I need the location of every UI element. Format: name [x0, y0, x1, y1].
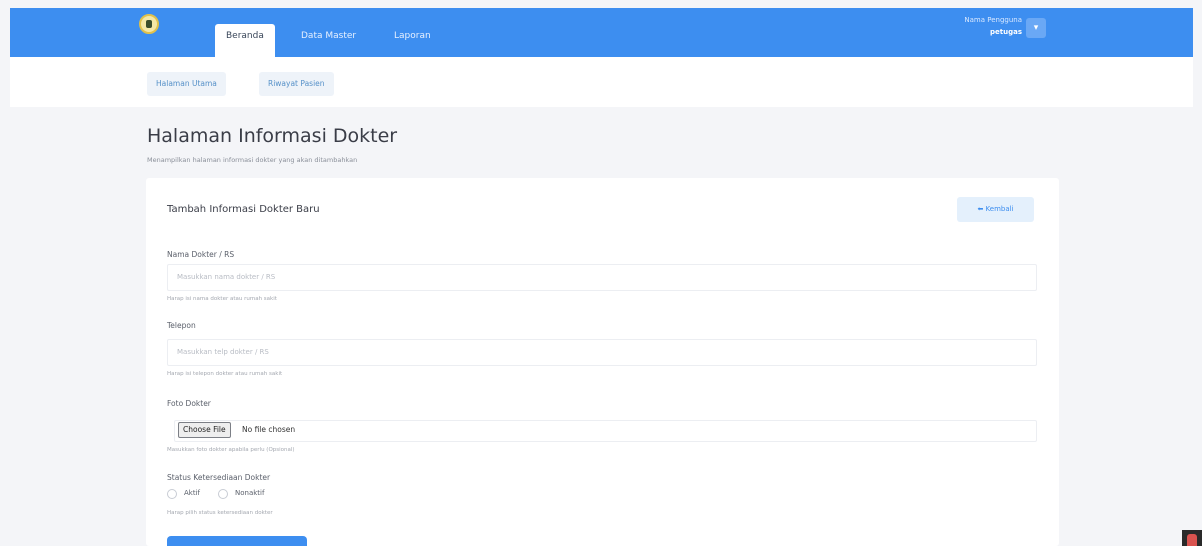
back-button[interactable]: ⬅ Kembali — [957, 197, 1034, 222]
subnav-riwayat-pasien[interactable]: Riwayat Pasien — [259, 72, 334, 96]
user-menu-button[interactable]: ▾ — [1026, 18, 1046, 38]
form-title: Tambah Informasi Dokter Baru — [167, 204, 320, 215]
radio-aktif[interactable] — [167, 489, 177, 499]
nama-label: Nama Dokter / RS — [167, 250, 235, 259]
file-status: No file chosen — [242, 425, 296, 434]
user-role: petugas — [990, 28, 1022, 36]
nama-input[interactable]: Masukkan nama dokter / RS — [167, 264, 1037, 291]
foto-hint: Masukkan foto dokter apabila perlu (Opsi… — [167, 447, 295, 453]
telepon-input[interactable]: Masukkan telp dokter / RS — [167, 339, 1037, 366]
subnav-halaman-utama[interactable]: Halaman Utama — [147, 72, 226, 96]
status-hint: Harap pilih status ketersediaan dokter — [167, 510, 273, 516]
chevron-down-icon: ▾ — [1033, 23, 1039, 33]
submit-button[interactable] — [167, 536, 307, 546]
back-button-label: Kembali — [985, 205, 1014, 213]
corner-widget[interactable] — [1182, 530, 1202, 546]
user-name: Nama Pengguna — [964, 16, 1022, 24]
nav-tab-laporan[interactable]: Laporan — [383, 24, 442, 49]
telepon-label: Telepon — [167, 321, 196, 330]
status-label: Status Ketersediaan Dokter — [167, 473, 271, 482]
nav-tab-data-master[interactable]: Data Master — [290, 24, 367, 49]
foto-label: Foto Dokter — [167, 399, 211, 408]
page-title: Halaman Informasi Dokter — [147, 125, 398, 147]
nama-hint: Harap isi nama dokter atau rumah sakit — [167, 296, 277, 302]
app-logo[interactable] — [139, 14, 159, 34]
page-subtitle: Menampilkan halaman informasi dokter yan… — [147, 156, 358, 164]
arrow-left-icon: ⬅ — [977, 205, 984, 213]
choose-file-button[interactable]: Choose File — [178, 422, 231, 438]
radio-nonaktif[interactable] — [218, 489, 228, 499]
radio-aktif-label[interactable]: Aktif — [184, 489, 200, 497]
telepon-hint: Harap isi telepon dokter atau rumah saki… — [167, 371, 283, 377]
foto-file-field[interactable] — [174, 420, 1037, 442]
radio-nonaktif-label[interactable]: Nonaktif — [235, 489, 264, 497]
nav-tab-beranda[interactable]: Beranda — [215, 24, 275, 57]
